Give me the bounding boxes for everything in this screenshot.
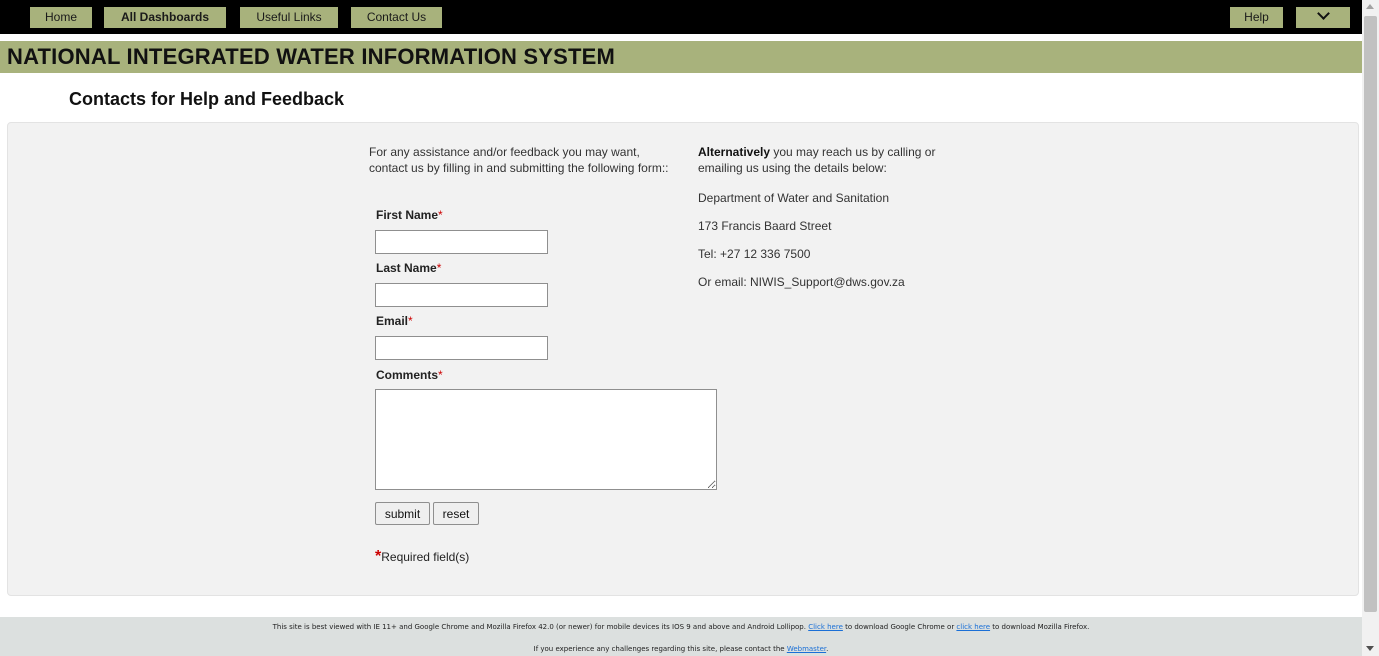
required-fields-note: *Required field(s) (375, 548, 469, 566)
last-name-input[interactable] (375, 283, 548, 307)
comments-label-text: Comments (376, 368, 439, 382)
footer-text: . (826, 645, 829, 653)
nav-useful-links-button[interactable]: Useful Links (240, 7, 338, 28)
page-title: Contacts for Help and Feedback (69, 89, 345, 109)
comments-textarea[interactable] (375, 389, 717, 490)
footer-text: This site is best viewed with IE 11+ and… (272, 623, 809, 631)
submit-button[interactable]: submit (375, 502, 430, 525)
nav-home-button[interactable]: Home (30, 7, 92, 28)
email-label: Email* (376, 314, 413, 328)
first-name-label-text: First Name (376, 208, 439, 222)
required-marker: * (438, 368, 443, 382)
scroll-down-arrow-icon[interactable] (1366, 646, 1374, 651)
last-name-label: Last Name* (376, 261, 441, 275)
email-input[interactable] (375, 336, 548, 360)
last-name-label-text: Last Name (376, 261, 437, 275)
footer-text: to download Google Chrome or (842, 623, 957, 631)
site-footer: This site is best viewed with IE 11+ and… (0, 617, 1362, 656)
first-name-input[interactable] (375, 230, 548, 254)
download-firefox-link[interactable]: click here (956, 623, 990, 631)
nav-menu-button[interactable] (1296, 7, 1350, 28)
required-marker: * (436, 261, 442, 275)
street-address: 173 Francis Baard Street (698, 219, 832, 233)
footer-browser-note: This site is best viewed with IE 11+ and… (0, 623, 1362, 631)
chevron-down-icon (1316, 7, 1330, 20)
site-banner: NATIONAL INTEGRATED WATER INFORMATION SY… (0, 41, 1362, 73)
footer-text: If you experience any challenges regardi… (533, 645, 787, 653)
download-chrome-link[interactable]: Click here (808, 623, 843, 631)
scrollbar-thumb[interactable] (1364, 16, 1377, 612)
department-name: Department of Water and Sanitation (698, 191, 889, 205)
reset-button[interactable]: reset (433, 502, 479, 525)
telephone-number: Tel: +27 12 336 7500 (698, 247, 811, 261)
comments-label: Comments* (376, 368, 443, 382)
form-intro-text: For any assistance and/or feedback you m… (369, 145, 669, 175)
site-title: NATIONAL INTEGRATED WATER INFORMATION SY… (7, 44, 616, 69)
required-note-text: Required field(s) (381, 550, 470, 564)
first-name-label: First Name* (376, 208, 443, 222)
required-marker: * (408, 314, 413, 328)
top-nav-bar: Home All Dashboards Useful Links Contact… (0, 0, 1362, 34)
email-label-text: Email (376, 314, 409, 328)
alternative-bold: Alternatively (698, 145, 771, 159)
required-marker: * (438, 208, 443, 222)
footer-text: to download Mozilla Firefox. (990, 623, 1090, 631)
webmaster-link[interactable]: Webmaster (787, 645, 826, 653)
nav-help-button[interactable]: Help (1230, 7, 1283, 28)
nav-all-dashboards-button[interactable]: All Dashboards (104, 7, 226, 28)
nav-contact-us-button[interactable]: Contact Us (351, 7, 442, 28)
scroll-up-arrow-icon[interactable] (1366, 4, 1374, 9)
footer-contact-note: If you experience any challenges regardi… (0, 645, 1362, 653)
vertical-scrollbar[interactable] (1362, 0, 1379, 656)
support-email: Or email: NIWIS_Support@dws.gov.za (698, 275, 905, 289)
content-panel (7, 122, 1359, 596)
alternative-contact-text: Alternatively you may reach us by callin… (698, 144, 978, 176)
